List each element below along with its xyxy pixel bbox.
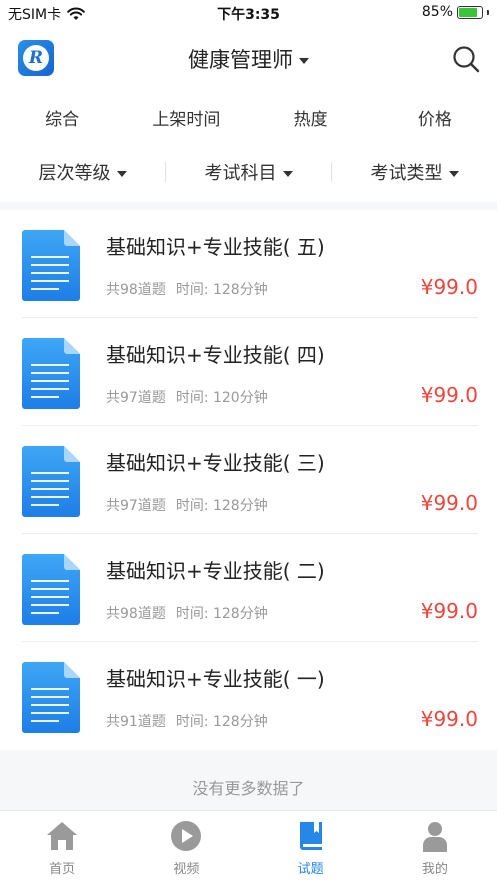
tab-video-label: 视频	[173, 862, 200, 877]
no-more-data-text: 没有更多数据了	[0, 750, 497, 810]
exam-title: 基础知识+专业技能( 一)	[106, 667, 325, 691]
exam-meta: 共97道题 时间: 120分钟	[106, 387, 268, 407]
sort-tabs: 综合 上架时间 热度 价格	[0, 105, 497, 131]
list-item[interactable]: 基础知识+专业技能( 四) 共97道题 时间: 120分钟 ¥99.0	[0, 318, 497, 426]
filter-bar: 层次等级 考试科目 考试类型	[0, 158, 497, 186]
exam-title: 基础知识+专业技能( 三)	[106, 451, 325, 475]
status-right: 85%	[422, 4, 489, 20]
exam-duration: 时间: 120分钟	[175, 390, 268, 406]
document-icon	[22, 662, 80, 733]
document-icon	[22, 338, 80, 409]
tab-bar: 首页 视频 试题 我的	[0, 810, 497, 883]
question-count: 共97道题	[106, 498, 166, 514]
exam-meta: 共98道题 时间: 128分钟	[106, 279, 268, 299]
filter-subject-label: 考试科目	[204, 163, 277, 184]
tab-questions-label: 试题	[297, 862, 324, 877]
exam-list: 基础知识+专业技能( 五) 共98道题 时间: 128分钟 ¥99.0 基础知识+…	[0, 210, 497, 750]
sort-tab-comprehensive[interactable]: 综合	[0, 105, 124, 131]
book-icon	[299, 822, 322, 850]
filter-exam-type-label: 考试类型	[370, 163, 443, 184]
filter-level[interactable]: 层次等级	[0, 159, 165, 185]
exam-duration: 时间: 128分钟	[175, 714, 268, 730]
exam-meta: 共91道题 时间: 128分钟	[106, 711, 268, 731]
filter-exam-type[interactable]: 考试类型	[332, 159, 497, 185]
exam-duration: 时间: 128分钟	[175, 282, 268, 298]
tab-profile-label: 我的	[421, 862, 448, 877]
caret-down-icon	[299, 58, 309, 64]
question-count: 共98道题	[106, 282, 166, 298]
tab-video[interactable]: 视频	[124, 811, 248, 883]
list-item[interactable]: 基础知识+专业技能( 三) 共97道题 时间: 128分钟 ¥99.0	[0, 426, 497, 534]
exam-price: ¥99.0	[420, 383, 478, 407]
exam-list-area: 基础知识+专业技能( 五) 共98道题 时间: 128分钟 ¥99.0 基础知识+…	[0, 202, 497, 750]
list-item[interactable]: 基础知识+专业技能( 一) 共91道题 时间: 128分钟 ¥99.0	[0, 642, 497, 750]
tab-home[interactable]: 首页	[0, 811, 124, 883]
category-title: 健康管理师	[188, 48, 293, 72]
status-bar: 无SIM卡 下午3:35 85%	[0, 0, 497, 26]
nav-bar: R 健康管理师	[0, 34, 497, 82]
document-icon	[22, 446, 80, 517]
sort-tab-popularity[interactable]: 热度	[249, 105, 373, 131]
caret-down-icon	[116, 171, 127, 177]
exam-meta: 共97道题 时间: 128分钟	[106, 495, 268, 515]
search-icon[interactable]	[451, 44, 481, 74]
exam-price: ¥99.0	[420, 491, 478, 515]
exam-title: 基础知识+专业技能( 二)	[106, 559, 325, 583]
video-icon	[171, 821, 202, 851]
exam-meta: 共98道题 时间: 128分钟	[106, 603, 268, 623]
question-count: 共91道题	[106, 714, 166, 730]
question-count: 共97道题	[106, 390, 166, 406]
exam-price: ¥99.0	[420, 707, 478, 731]
battery-tip	[487, 9, 489, 15]
tab-home-label: 首页	[49, 862, 76, 877]
user-icon	[422, 822, 447, 852]
list-item[interactable]: 基础知识+专业技能( 五) 共98道题 时间: 128分钟 ¥99.0	[0, 210, 497, 318]
battery-percent: 85%	[421, 4, 453, 20]
battery-fill	[459, 7, 477, 17]
tab-profile[interactable]: 我的	[373, 811, 497, 883]
caret-down-icon	[282, 171, 293, 177]
battery-icon	[457, 5, 483, 19]
sort-tab-listing-time[interactable]: 上架时间	[124, 105, 248, 131]
question-count: 共98道题	[106, 606, 166, 622]
exam-duration: 时间: 128分钟	[175, 498, 268, 514]
exam-title: 基础知识+专业技能( 四)	[106, 343, 325, 367]
exam-price: ¥99.0	[420, 599, 478, 623]
exam-title: 基础知识+专业技能( 五)	[106, 235, 325, 259]
tab-questions[interactable]: 试题	[249, 811, 373, 883]
document-icon	[22, 230, 80, 301]
category-selector[interactable]: 健康管理师	[0, 44, 497, 74]
document-icon	[22, 554, 80, 625]
exam-price: ¥99.0	[420, 275, 478, 299]
caret-down-icon	[448, 171, 459, 177]
filter-level-label: 层次等级	[38, 163, 111, 184]
filter-subject[interactable]: 考试科目	[166, 159, 331, 185]
sort-tab-price[interactable]: 价格	[373, 105, 497, 131]
list-item[interactable]: 基础知识+专业技能( 二) 共98道题 时间: 128分钟 ¥99.0	[0, 534, 497, 642]
home-icon	[47, 822, 78, 850]
exam-duration: 时间: 128分钟	[175, 606, 268, 622]
